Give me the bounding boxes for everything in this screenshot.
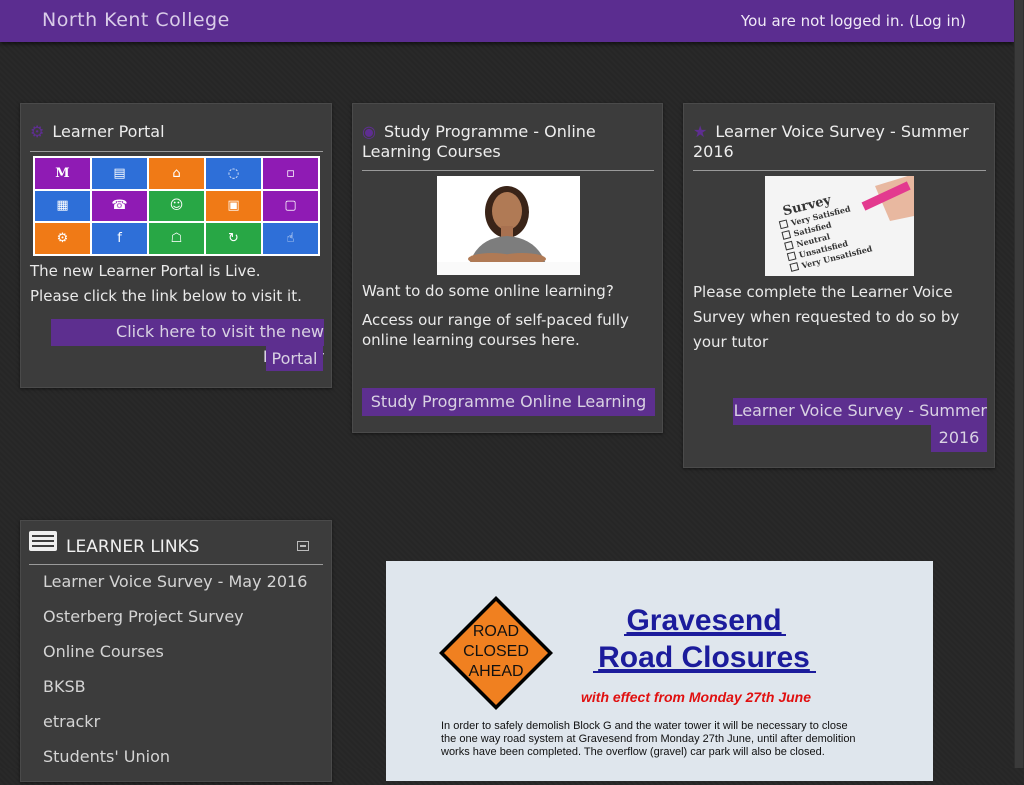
tile-icon: ☖ — [170, 231, 183, 247]
tile-icon: ↻ — [228, 231, 239, 247]
learner-links-block: LEARNER LINKS Learner Voice Survey - May… — [20, 520, 332, 782]
learner-link[interactable]: Online Courses — [43, 642, 164, 661]
learner-link[interactable]: BKSB — [43, 677, 86, 696]
tile-icon: ◌ — [227, 165, 240, 181]
tile-icon: ▫ — [286, 165, 295, 181]
portal-tile: ⚙ — [35, 223, 90, 254]
divider — [693, 170, 986, 171]
portal-tile: ▣ — [206, 190, 261, 222]
portal-tile: M — [35, 158, 90, 189]
portal-tile: ▢ — [263, 190, 318, 222]
sign-line: ROAD — [473, 623, 519, 640]
list-icon — [29, 531, 57, 551]
divider — [30, 151, 323, 152]
card-text-line: Please complete the Learner Voice — [693, 283, 953, 301]
tile-icon: ☺ — [169, 198, 184, 214]
portal-tile: ▤ — [92, 158, 147, 189]
portal-tile: ⌂ — [149, 158, 204, 189]
tile-icon: f — [117, 231, 122, 247]
portal-tile: ☎ — [92, 190, 147, 222]
portal-tile: ▫ — [263, 158, 318, 189]
tile-icon: ▦ — [56, 198, 69, 214]
card-text-line: online learning courses here. — [362, 331, 580, 349]
learner-portal-button-line2[interactable]: Portal — [266, 346, 323, 371]
card-title-text: 2016 — [693, 142, 734, 161]
card-text-line: Want to do some online learning? — [362, 282, 614, 300]
card-title: ◉ Study Programme - Online Learning Cours… — [362, 122, 596, 162]
learner-link[interactable]: etrackr — [43, 712, 100, 731]
card-title-text: Learner Portal — [52, 122, 165, 141]
button-label: Learner Voice Survey - Summer — [733, 401, 987, 420]
notice-subtitle: with effect from Monday 27th June — [581, 689, 811, 705]
notice-title: Gravesend — [626, 604, 781, 637]
student-photo — [437, 176, 580, 275]
tile-icon: M — [55, 165, 70, 181]
learner-voice-survey-button[interactable]: Learner Voice Survey - Summer — [733, 398, 987, 425]
portal-tile: ↻ — [206, 223, 261, 254]
card-text-line: Please click the link below to visit it. — [30, 287, 302, 305]
card-text-line: Access our range of self-paced fully — [362, 311, 629, 329]
tile-icon: ⌂ — [172, 165, 181, 181]
card-text-line: your tutor — [693, 333, 769, 351]
divider — [29, 564, 323, 565]
notice-body-line: In order to safely demolish Block G and … — [441, 720, 848, 732]
portal-tile: ☖ — [149, 223, 204, 254]
portal-tile: ◌ — [206, 158, 261, 189]
learner-portal-image[interactable]: M ▤ ⌂ ◌ ▫ ▦ ☎ ☺ ▣ ▢ ⚙ f ☖ ↻ ☝ — [33, 156, 320, 256]
learner-portal-card: ⚙ Learner Portal M ▤ ⌂ ◌ ▫ ▦ ☎ ☺ ▣ ▢ ⚙ f ☖ ↻ ☝ The new … — [20, 103, 332, 388]
study-programme-card: ◉ Study Programme - Online Learning Cours… — [352, 103, 663, 433]
notice-body-line: works have been completed. The overflow … — [440, 746, 825, 758]
tile-icon: ▣ — [227, 198, 240, 214]
card-title-text: Learning Courses — [362, 142, 501, 161]
scrollbar-thumb[interactable] — [1015, 0, 1023, 768]
portal-tile: ▦ — [35, 190, 90, 222]
learner-link[interactable]: Learner Voice Survey - May 2016 — [43, 572, 307, 591]
learner-portal-button[interactable]: Click here to visit the new Learner — [51, 319, 324, 366]
tile-icon: ▢ — [284, 198, 297, 214]
tile-icon: ☎ — [111, 198, 128, 214]
survey-illustration: Survey Very SatisfiedSatisfiedNeutralUns… — [765, 176, 914, 276]
button-label: Portal — [271, 349, 318, 368]
login-status-text: You are not logged in. — [740, 12, 905, 30]
student-illustration — [437, 186, 580, 275]
road-closure-graphic: ROAD CLOSED AHEAD Gravesend Road Closure… — [439, 596, 856, 758]
sign-line: AHEAD — [468, 663, 523, 680]
star-icon: ★ — [693, 122, 708, 141]
card-text-line: Survey when requested to do so by — [693, 308, 960, 326]
sign-line: CLOSED — [463, 643, 529, 660]
tile-icon: ▤ — [113, 165, 126, 181]
road-closure-notice[interactable]: ROAD CLOSED AHEAD Gravesend Road Closure… — [386, 561, 933, 781]
learner-link[interactable]: Osterberg Project Survey — [43, 607, 244, 626]
learner-voice-survey-card: ★ Learner Voice Survey - Summer 2016 Surv… — [683, 103, 995, 468]
study-programme-button[interactable]: Study Programme Online Learning — [362, 388, 655, 416]
card-title: ★ Learner Voice Survey - Summer 2016 — [693, 122, 969, 162]
learner-link[interactable]: Students' Union — [43, 747, 170, 766]
card-title-text: Learner Voice Survey - Summer — [715, 122, 969, 141]
tile-icon: ☝ — [286, 231, 295, 247]
top-navbar: North Kent College You are not logged in… — [0, 0, 1014, 42]
notice-title: Road Closures — [598, 641, 810, 674]
card-text-line: The new Learner Portal is Live. — [30, 262, 261, 280]
notice-body-line: the one way road system at Gravesend fro… — [441, 733, 856, 745]
portal-tile: f — [92, 223, 147, 254]
site-name[interactable]: North Kent College — [42, 9, 230, 31]
learner-voice-survey-button-line2[interactable]: 2016 — [931, 425, 987, 452]
survey-image: Survey Very Satisfied Satisfied Neutral Uns… — [765, 176, 914, 276]
people-icon: ◉ — [362, 122, 376, 141]
collapse-icon[interactable] — [297, 541, 309, 551]
login-link[interactable]: (Log in) — [909, 12, 966, 30]
divider — [362, 170, 654, 171]
block-title: LEARNER LINKS — [66, 537, 200, 557]
portal-tile: ☝ — [263, 223, 318, 254]
tile-icon: ⚙ — [56, 231, 69, 247]
login-status: You are not logged in. (Log in) — [741, 12, 966, 30]
portal-tile: ☺ — [149, 190, 204, 222]
gear-icon: ⚙ — [30, 122, 45, 141]
card-title-text: Study Programme - Online — [383, 122, 596, 141]
card-title: ⚙ Learner Portal — [30, 122, 165, 142]
scrollbar[interactable] — [1014, 0, 1024, 768]
button-label: 2016 — [938, 428, 980, 447]
